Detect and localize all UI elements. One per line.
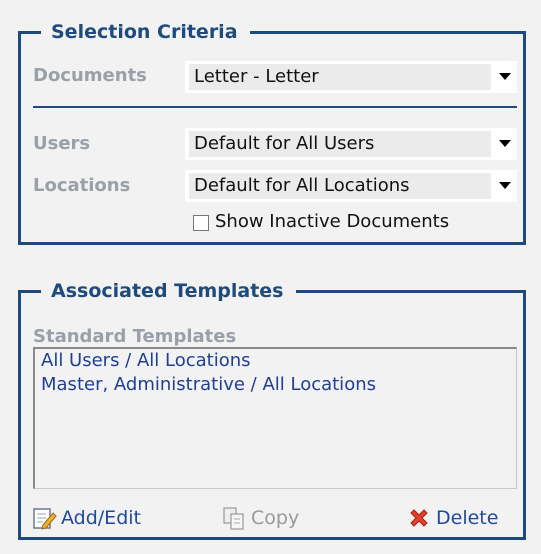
edit-icon <box>33 508 57 530</box>
copy-button[interactable]: Copy <box>221 505 299 531</box>
associated-templates-legend: Associated Templates <box>41 280 296 302</box>
dropdown-arrow-icon[interactable] <box>499 182 511 189</box>
documents-select-value: Letter - Letter <box>194 66 319 87</box>
documents-select[interactable]: Letter - Letter <box>185 61 517 93</box>
selection-criteria-legend: Selection Criteria <box>41 21 250 43</box>
dropdown-arrow-icon[interactable] <box>499 140 511 147</box>
documents-label: Documents <box>33 65 147 86</box>
copy-icon <box>223 507 244 530</box>
users-select[interactable]: Default for All Users <box>185 128 517 160</box>
locations-select-value: Default for All Locations <box>194 175 410 196</box>
users-select-value: Default for All Users <box>194 133 375 154</box>
dropdown-arrow-icon[interactable] <box>499 73 511 80</box>
show-inactive-checkbox[interactable] <box>193 215 209 231</box>
criteria-divider <box>33 106 517 108</box>
delete-label[interactable]: Delete <box>436 507 498 529</box>
add-edit-button[interactable]: Add/Edit <box>31 505 141 531</box>
delete-x-icon <box>410 509 428 527</box>
copy-label[interactable]: Copy <box>251 507 299 529</box>
list-item[interactable]: All Users / All Locations <box>35 349 516 373</box>
users-label: Users <box>33 133 91 154</box>
associated-templates-panel: Associated Templates Standard Templates … <box>18 280 526 540</box>
show-inactive-label[interactable]: Show Inactive Documents <box>215 211 449 232</box>
standard-templates-label: Standard Templates <box>33 326 237 347</box>
list-item[interactable]: Master, Administrative / All Locations <box>35 373 516 397</box>
locations-select[interactable]: Default for All Locations <box>185 170 517 202</box>
locations-label: Locations <box>33 175 131 196</box>
delete-button[interactable]: Delete <box>406 505 498 531</box>
add-edit-label[interactable]: Add/Edit <box>61 507 141 529</box>
templates-listbox[interactable]: All Users / All Locations Master, Admini… <box>33 347 517 489</box>
selection-criteria-panel: Selection Criteria Documents Letter - Le… <box>18 21 526 245</box>
